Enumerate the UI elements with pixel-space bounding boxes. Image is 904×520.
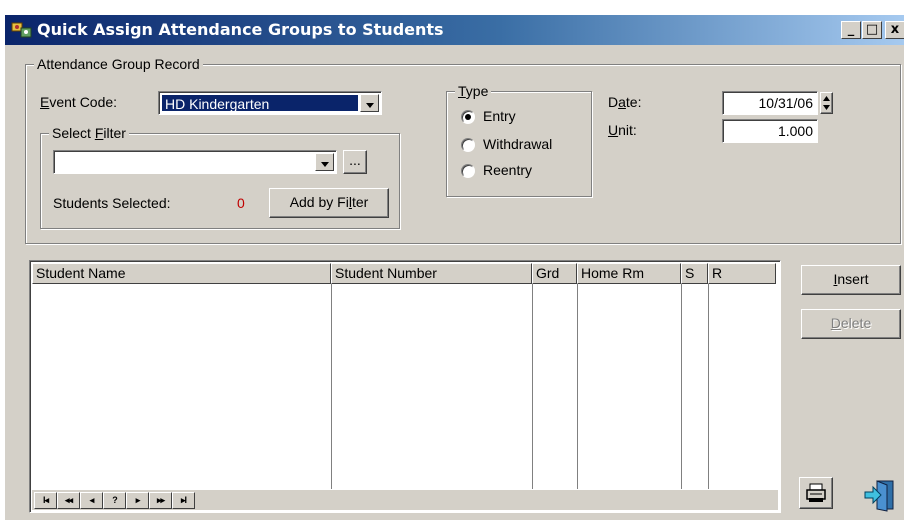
- entry-radio[interactable]: [461, 110, 475, 124]
- filter-combo[interactable]: [53, 150, 337, 174]
- select-filter-group: Select Filter ... Students Selected: 0 A…: [40, 125, 400, 229]
- spinner-arrows-icon: [823, 96, 830, 110]
- event-code-value: HD Kindergarten: [162, 95, 358, 112]
- nav-next-page-button[interactable]: ▸▸: [149, 492, 172, 509]
- students-grid[interactable]: Student Name Student Number Grd Home Rm …: [29, 260, 781, 513]
- col-header-s[interactable]: S: [681, 263, 708, 284]
- withdrawal-radio[interactable]: [461, 138, 475, 152]
- reentry-label: Reentry: [483, 162, 533, 178]
- nav-prev-button[interactable]: ◂: [80, 492, 103, 509]
- date-label: Date:: [608, 94, 642, 110]
- add-by-filter-button[interactable]: Add by Filter: [269, 188, 389, 218]
- col-divider: [532, 284, 533, 489]
- minimize-button[interactable]: _: [841, 21, 861, 39]
- unit-value: 1.000: [777, 123, 813, 139]
- date-spinner[interactable]: [820, 92, 833, 114]
- maximize-button[interactable]: □: [862, 21, 882, 39]
- nav-next-button[interactable]: ▸: [126, 492, 149, 509]
- col-divider: [681, 284, 682, 489]
- col-header-student-name[interactable]: Student Name: [32, 263, 331, 284]
- type-group-title: Type: [455, 83, 492, 99]
- title-bar[interactable]: Quick Assign Attendance Groups to Studen…: [5, 15, 904, 45]
- print-button[interactable]: [799, 477, 833, 509]
- nav-first-button[interactable]: I◂: [34, 492, 57, 509]
- col-header-home-rm[interactable]: Home Rm: [577, 263, 681, 284]
- nav-search-button[interactable]: ?: [103, 492, 126, 509]
- unit-label: Unit:: [608, 122, 637, 138]
- nav-last-button[interactable]: ▸I: [172, 492, 195, 509]
- exit-icon: [864, 480, 894, 512]
- col-divider: [331, 284, 332, 489]
- delete-button[interactable]: Delete: [801, 309, 901, 339]
- date-field[interactable]: 10/31/06: [722, 91, 818, 115]
- event-code-combo[interactable]: HD Kindergarten: [158, 91, 382, 115]
- window-title: Quick Assign Attendance Groups to Studen…: [37, 20, 444, 39]
- col-divider: [708, 284, 709, 489]
- attendance-group-record: Attendance Group Record Event Code: HD K…: [25, 56, 901, 244]
- select-filter-title: Select Filter: [49, 125, 129, 141]
- app-icon: [11, 22, 32, 38]
- type-group: Type Entry Withdrawal Reentry: [446, 83, 592, 197]
- date-value: 10/31/06: [758, 95, 814, 111]
- nav-prev-page-button[interactable]: ◂◂: [57, 492, 80, 509]
- students-selected-label: Students Selected:: [53, 195, 171, 211]
- col-header-student-number[interactable]: Student Number: [331, 263, 532, 284]
- exit-button[interactable]: [861, 477, 897, 513]
- students-selected-count: 0: [237, 195, 245, 211]
- col-header-grd[interactable]: Grd: [532, 263, 577, 284]
- filter-browse-button[interactable]: ...: [343, 150, 367, 174]
- unit-field[interactable]: 1.000: [722, 119, 818, 143]
- col-header-r[interactable]: R: [708, 263, 776, 284]
- event-code-label: Event Code:: [40, 94, 118, 110]
- withdrawal-label: Withdrawal: [483, 136, 553, 152]
- close-button[interactable]: x: [885, 21, 904, 39]
- entry-label: Entry: [483, 108, 516, 124]
- event-code-dropdown-icon[interactable]: [360, 94, 379, 112]
- col-divider: [577, 284, 578, 489]
- reentry-radio[interactable]: [461, 164, 475, 178]
- printer-icon: [806, 483, 826, 502]
- insert-button[interactable]: Insert: [801, 265, 901, 295]
- app-window: Quick Assign Attendance Groups to Studen…: [4, 14, 904, 520]
- attendance-group-record-title: Attendance Group Record: [34, 56, 203, 72]
- grid-navigator: I◂ ◂◂ ◂ ? ▸ ▸▸ ▸I: [32, 490, 778, 510]
- filter-dropdown-icon[interactable]: [315, 153, 334, 171]
